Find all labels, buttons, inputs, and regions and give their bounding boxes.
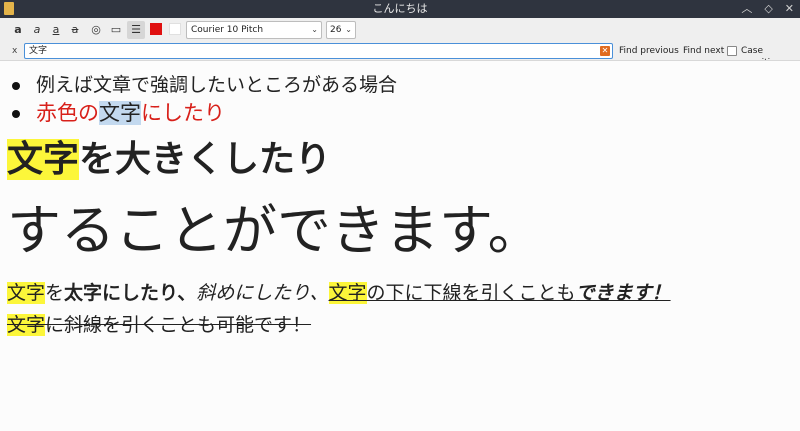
image-icon[interactable]: ▭: [107, 21, 125, 39]
bullet-list-icon[interactable]: ☰: [127, 21, 145, 39]
large-bold-line: 文字を大きくしたり: [7, 137, 331, 183]
huge-line: することができます。: [7, 199, 542, 262]
find-bar: x 文字 ✕ Find previous Find next Case sens…: [0, 42, 800, 68]
clear-icon[interactable]: ✕: [600, 46, 610, 56]
minimize-icon[interactable]: ︿: [741, 1, 752, 17]
search-highlight: 文字: [328, 282, 367, 304]
strikethrough-text: に斜線を引くことも可能です！: [45, 314, 312, 336]
close-icon[interactable]: ✕: [785, 1, 794, 17]
maximize-icon[interactable]: ◇: [764, 1, 772, 17]
search-highlight: 文字: [7, 282, 46, 304]
title-bar: こんにちは ︿ ◇ ✕: [0, 0, 800, 18]
chevron-down-icon: ⌄: [345, 25, 352, 34]
strikethrough-icon[interactable]: a: [66, 21, 84, 39]
font-size-select[interactable]: 26 ⌄: [326, 21, 356, 39]
search-highlight: 文字: [7, 314, 46, 336]
chevron-down-icon: ⌄: [311, 25, 318, 34]
find-close-button[interactable]: x: [12, 44, 17, 58]
search-highlight: 文字: [7, 139, 80, 180]
red-text: にしたり: [141, 101, 225, 125]
strikethrough-line: 文字に斜線を引くことも可能です！: [7, 310, 311, 340]
underline-icon[interactable]: a: [47, 21, 65, 39]
line-1-text: 例えば文章で強調したいところがある場合: [36, 74, 398, 96]
selected-match: 文字: [99, 101, 141, 125]
underlined-text: の下に下線を引くことも: [366, 282, 576, 304]
bullet-line-2: 赤色の文字にしたり: [12, 99, 225, 127]
find-query: 文字: [29, 46, 48, 56]
font-family-select[interactable]: Courier 10 Pitch ⌄: [186, 21, 322, 39]
case-sensitive-checkbox[interactable]: [727, 46, 737, 56]
bold-italic-underlined-text: できます！: [575, 282, 671, 304]
bold-icon[interactable]: a: [9, 21, 27, 39]
find-next-button[interactable]: Find next: [683, 45, 724, 57]
bullet-icon: [12, 81, 20, 90]
large-text: を大きくしたり: [79, 139, 332, 180]
bullet-line-1: 例えば文章で強調したいところがある場合: [12, 73, 397, 97]
window-title: こんにちは: [372, 2, 428, 15]
text-editor[interactable]: 例えば文章で強調したいところがある場合 赤色の文字にしたり 文字を大きくしたり …: [0, 60, 800, 431]
link-icon[interactable]: ◎: [87, 21, 105, 39]
find-previous-button[interactable]: Find previous: [619, 45, 679, 57]
italic-icon[interactable]: a: [28, 21, 46, 39]
font-family-value: Courier 10 Pitch: [191, 25, 264, 35]
formatted-line: 文字を太字にしたり、斜めにしたり、文字の下に下線を引くこともできます！: [7, 278, 671, 308]
plain-text: を: [45, 282, 65, 304]
bold-text: 太字にしたり、: [64, 282, 197, 304]
format-toolbar: a a a a ◎ ▭ ☰ Courier 10 Pitch ⌄ 26 ⌄: [0, 18, 800, 42]
font-size-value: 26: [330, 25, 342, 35]
bullet-icon: [12, 110, 20, 118]
text-color-swatch[interactable]: [150, 23, 162, 35]
italic-text: 斜めにしたり、: [196, 282, 329, 304]
red-text: 赤色の: [36, 101, 99, 125]
background-color-swatch[interactable]: [169, 23, 181, 35]
find-input[interactable]: 文字 ✕: [24, 43, 613, 59]
